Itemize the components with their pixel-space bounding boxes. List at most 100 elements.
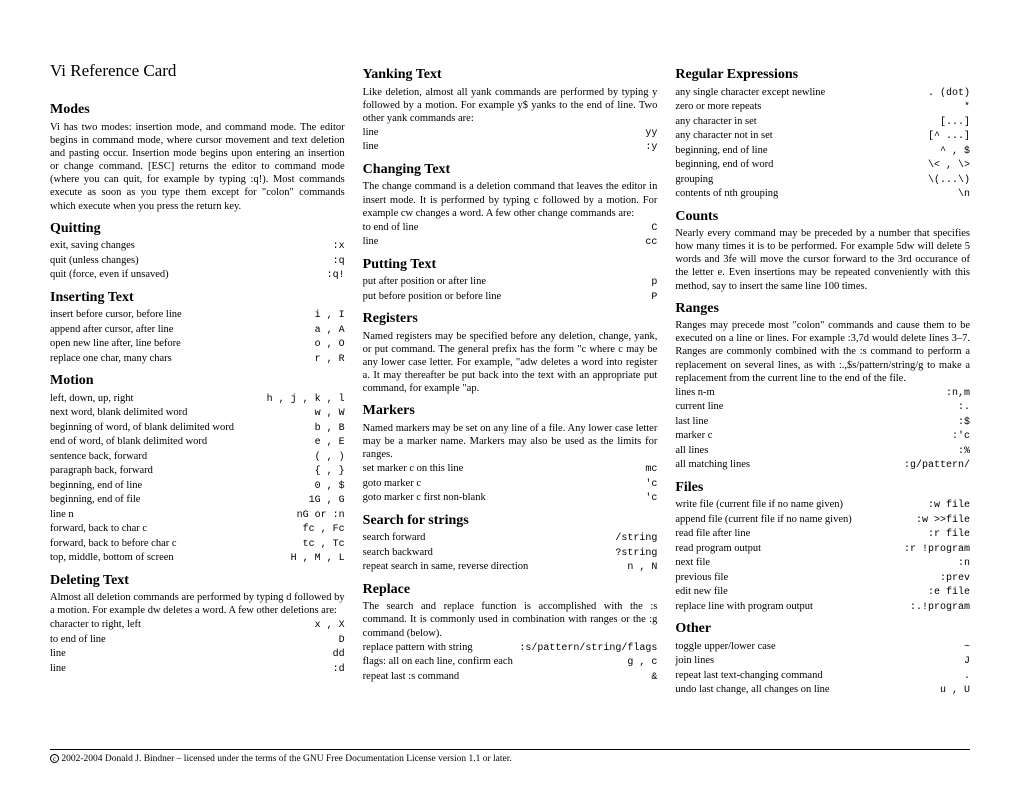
list-item: search forward/string bbox=[363, 531, 658, 546]
list-item: read file after line:r file bbox=[675, 527, 970, 542]
list-item: quit (unless changes):q bbox=[50, 254, 345, 269]
heading-changing: Changing Text bbox=[363, 161, 658, 179]
item-desc: exit, saving changes bbox=[50, 239, 327, 252]
item-desc: to end of line bbox=[50, 633, 333, 646]
item-key: :w >>file bbox=[916, 515, 970, 528]
item-key: :prev bbox=[940, 573, 970, 586]
item-key: [^ ...] bbox=[928, 131, 970, 144]
item-key: w , W bbox=[315, 408, 345, 421]
item-key: :% bbox=[958, 446, 970, 459]
list-files: write file (current file if no name give… bbox=[675, 498, 970, 614]
item-key: :w file bbox=[928, 500, 970, 513]
item-key: 0 , $ bbox=[315, 481, 345, 494]
item-key: & bbox=[651, 672, 657, 685]
para-replace: The search and replace function is accom… bbox=[363, 600, 658, 639]
item-key: o , O bbox=[315, 339, 345, 352]
footer-text: 2002-2004 Donald J. Bindner – licensed u… bbox=[61, 754, 511, 764]
list-item: replace pattern with string:s/pattern/st… bbox=[363, 641, 658, 656]
list-item: paragraph back, forward{ , } bbox=[50, 464, 345, 479]
list-item: beginning, end of word\< , \> bbox=[675, 158, 970, 173]
item-key: r , R bbox=[315, 354, 345, 367]
item-key: :.!program bbox=[910, 602, 970, 615]
item-desc: any single character except newline bbox=[675, 86, 922, 99]
list-item: write file (current file if no name give… bbox=[675, 498, 970, 513]
list-item: flags: all on each line, confirm eachg ,… bbox=[363, 655, 658, 670]
item-key: a , A bbox=[315, 325, 345, 338]
item-key: { , } bbox=[315, 466, 345, 479]
item-key: :y bbox=[645, 142, 657, 155]
list-item: repeat search in same, reverse direction… bbox=[363, 560, 658, 575]
item-key: ?string bbox=[615, 548, 657, 561]
item-desc: line bbox=[50, 662, 327, 675]
item-desc: beginning, end of word bbox=[675, 158, 922, 171]
list-item: any character in set[...] bbox=[675, 115, 970, 130]
item-key: 'c bbox=[645, 479, 657, 492]
list-replace: replace pattern with string:s/pattern/st… bbox=[363, 641, 658, 685]
item-desc: append file (current file if no name giv… bbox=[675, 513, 910, 526]
para-markers: Named markers may be set on any line of … bbox=[363, 422, 658, 461]
list-item: beginning, end of file1G , G bbox=[50, 493, 345, 508]
list-motion: left, down, up, righth , j , k , lnext w… bbox=[50, 392, 345, 566]
heading-other: Other bbox=[675, 620, 970, 638]
list-item: all lines:% bbox=[675, 444, 970, 459]
heading-yanking: Yanking Text bbox=[363, 66, 658, 84]
item-key: :d bbox=[333, 664, 345, 677]
item-desc: replace one char, many chars bbox=[50, 352, 309, 365]
list-item: lines n-m:n,m bbox=[675, 386, 970, 401]
item-desc: insert before cursor, before line bbox=[50, 308, 309, 321]
item-key: :q bbox=[333, 256, 345, 269]
list-search: search forward/stringsearch backward?str… bbox=[363, 531, 658, 575]
item-key: dd bbox=[333, 649, 345, 662]
list-item: marker c:'c bbox=[675, 429, 970, 444]
item-desc: flags: all on each line, confirm each bbox=[363, 655, 622, 668]
list-item: forward, back to before char ctc , Tc bbox=[50, 537, 345, 552]
para-registers: Named registers may be specified before … bbox=[363, 330, 658, 396]
list-item: all matching lines:g/pattern/ bbox=[675, 458, 970, 473]
item-key: ~ bbox=[964, 642, 970, 655]
item-desc: beginning, end of line bbox=[50, 479, 309, 492]
heading-motion: Motion bbox=[50, 372, 345, 390]
item-desc: open new line after, line before bbox=[50, 337, 309, 350]
list-item: top, middle, bottom of screenH , M , L bbox=[50, 551, 345, 566]
item-desc: undo last change, all changes on line bbox=[675, 683, 934, 696]
item-desc: replace line with program output bbox=[675, 600, 904, 613]
item-key: C bbox=[651, 223, 657, 236]
list-item: left, down, up, righth , j , k , l bbox=[50, 392, 345, 407]
item-desc: beginning of word, of blank delimited wo… bbox=[50, 421, 309, 434]
item-key: :$ bbox=[958, 417, 970, 430]
heading-registers: Registers bbox=[363, 310, 658, 328]
item-desc: line bbox=[50, 647, 327, 660]
item-desc: contents of nth grouping bbox=[675, 187, 952, 200]
list-item: linedd bbox=[50, 647, 345, 662]
item-desc: repeat last :s command bbox=[363, 670, 646, 683]
item-desc: toggle upper/lower case bbox=[675, 640, 958, 653]
heading-markers: Markers bbox=[363, 402, 658, 420]
list-item: line:y bbox=[363, 140, 658, 155]
item-desc: quit (force, even if unsaved) bbox=[50, 268, 321, 281]
list-item: goto marker c'c bbox=[363, 477, 658, 492]
item-key: cc bbox=[645, 237, 657, 250]
list-deleting: character to right, leftx , Xto end of l… bbox=[50, 618, 345, 676]
item-desc: all lines bbox=[675, 444, 952, 457]
column-2: Yanking Text Like deletion, almost all y… bbox=[363, 60, 658, 728]
list-item: any character not in set[^ ...] bbox=[675, 129, 970, 144]
heading-quitting: Quitting bbox=[50, 220, 345, 238]
list-item: sentence back, forward( , ) bbox=[50, 450, 345, 465]
item-desc: marker c bbox=[675, 429, 946, 442]
para-ranges: Ranges may precede most "colon" commands… bbox=[675, 319, 970, 385]
list-item: put after position or after linep bbox=[363, 275, 658, 290]
item-key: . bbox=[964, 671, 970, 684]
list-ranges: lines n-m:n,mcurrent line:.last line:$ma… bbox=[675, 386, 970, 473]
list-item: lineyy bbox=[363, 126, 658, 141]
item-key: :n bbox=[958, 558, 970, 571]
list-item: next file:n bbox=[675, 556, 970, 571]
item-desc: zero or more repeats bbox=[675, 100, 958, 113]
item-key: b , B bbox=[315, 423, 345, 436]
list-putting: put after position or after linepput bef… bbox=[363, 275, 658, 304]
item-desc: set marker c on this line bbox=[363, 462, 640, 475]
item-key: :. bbox=[958, 402, 970, 415]
heading-search: Search for strings bbox=[363, 512, 658, 530]
item-desc: top, middle, bottom of screen bbox=[50, 551, 285, 564]
item-key: fc , Fc bbox=[303, 524, 345, 537]
item-key: x , X bbox=[315, 620, 345, 633]
